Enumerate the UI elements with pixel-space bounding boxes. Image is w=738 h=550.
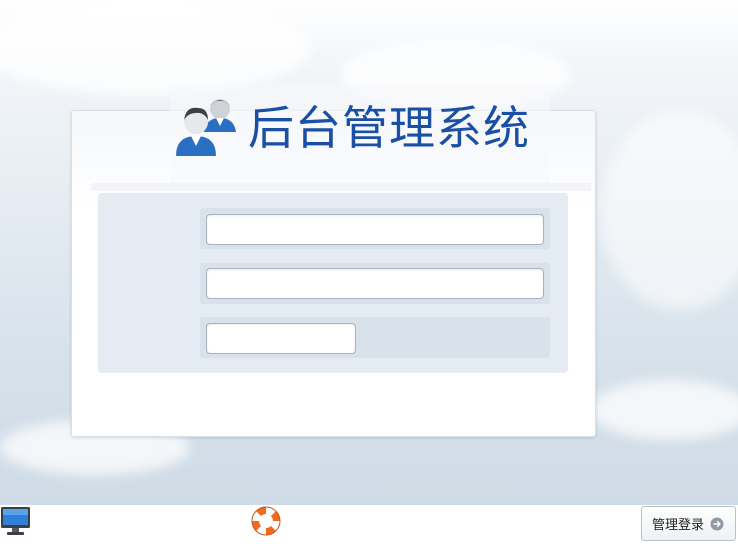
- captcha-input[interactable]: [206, 323, 356, 354]
- cloud: [600, 110, 738, 310]
- page-title: 后台管理系统: [248, 101, 530, 155]
- lifebuoy-icon[interactable]: [250, 505, 282, 537]
- username-input[interactable]: [206, 214, 544, 245]
- monitor-icon: [1, 507, 30, 535]
- panel-divider: [91, 183, 591, 191]
- cloud: [0, 0, 310, 95]
- admin-login-label: 管理登录: [652, 518, 705, 533]
- bottom-bar: [0, 505, 738, 550]
- arrow-right-circle-icon: [710, 517, 724, 530]
- admin-login-button[interactable]: 管理登录: [641, 506, 736, 541]
- users-icon: [176, 99, 236, 156]
- cloud: [590, 380, 738, 440]
- password-input[interactable]: [206, 268, 544, 299]
